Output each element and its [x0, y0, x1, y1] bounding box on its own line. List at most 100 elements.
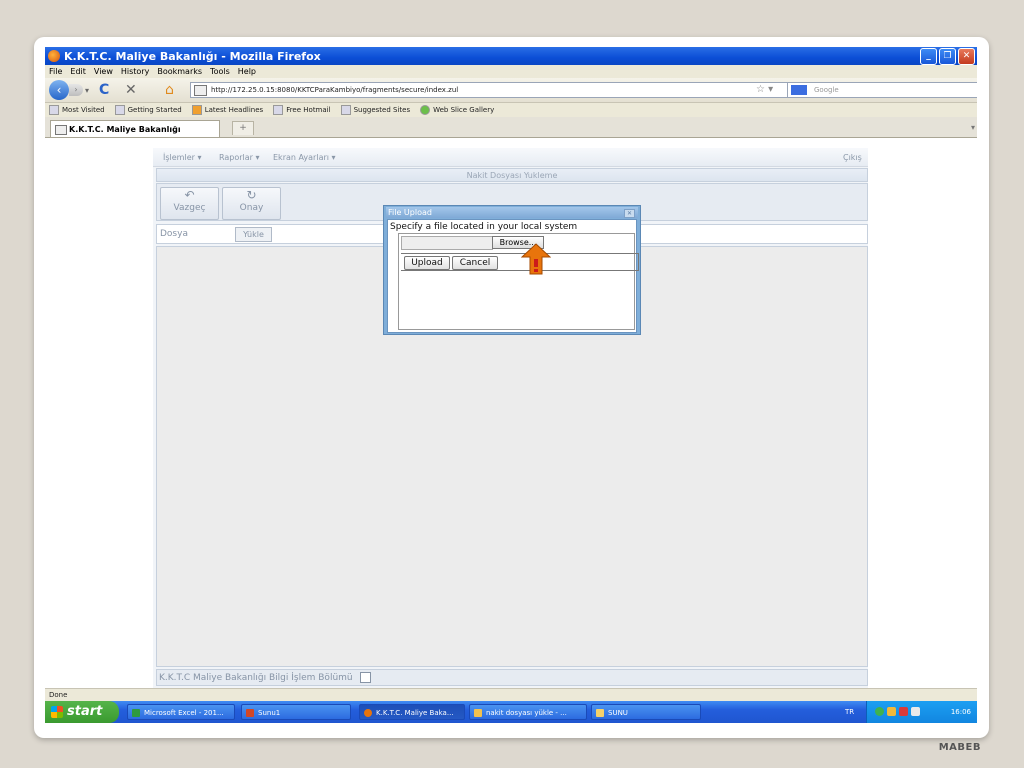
- file-upload-dialog: File Upload ✕ Specify a file located in …: [383, 205, 641, 335]
- status-text: Done: [49, 691, 68, 699]
- folder-icon: [596, 709, 604, 717]
- dialog-actions: Upload Cancel: [401, 253, 639, 271]
- bookmarks-toolbar: Most Visited Getting Started Latest Head…: [45, 103, 977, 117]
- firefox-icon: [48, 50, 60, 62]
- menu-history[interactable]: History: [121, 67, 149, 76]
- menu-edit[interactable]: Edit: [70, 67, 86, 76]
- menu-file[interactable]: File: [49, 67, 62, 76]
- close-button[interactable]: ✕: [958, 48, 975, 65]
- site-icon: [194, 85, 207, 96]
- tab-favicon-icon: [55, 125, 67, 135]
- bookmark-web-slice-gallery[interactable]: Web Slice Gallery: [420, 105, 494, 115]
- system-tray: TR 16:06: [845, 701, 977, 723]
- taskbar-item-firefox[interactable]: K.K.T.C. Maliye Baka...: [359, 704, 465, 720]
- browser-window: K.K.T.C. Maliye Bakanlığı - Mozilla Fire…: [45, 47, 977, 723]
- dialog-prompt: Specify a file located in your local sys…: [390, 222, 578, 232]
- bookmark-getting-started[interactable]: Getting Started: [114, 105, 182, 115]
- dialog-title: File Upload: [388, 208, 432, 217]
- url-text: http://172.25.0.15:8080/KKTCParaKambiyo/…: [211, 86, 459, 94]
- upload-button[interactable]: Yükle: [235, 227, 272, 242]
- menu-view[interactable]: View: [94, 67, 113, 76]
- forward-button[interactable]: ›: [69, 84, 83, 96]
- menu-help[interactable]: Help: [238, 67, 256, 76]
- task-label: Sunu1: [258, 709, 281, 717]
- bookmark-label: Getting Started: [127, 106, 182, 114]
- page-icon: [273, 105, 284, 115]
- taskbar-item-word[interactable]: nakit dosyası yükle - ...: [469, 704, 587, 720]
- reload-icon[interactable]: C: [99, 82, 109, 98]
- file-label: Dosya: [160, 229, 188, 239]
- search-placeholder: Google: [814, 86, 839, 94]
- taskbar-item-sunu-folder[interactable]: SUNU: [591, 704, 701, 720]
- undo-icon: ↶: [184, 188, 195, 202]
- back-button[interactable]: ‹: [49, 80, 69, 100]
- tab-title: K.K.T.C. Maliye Bakanlığı: [69, 125, 181, 134]
- taskbar: start Microsoft Excel - 201... Sunu1 K.K…: [45, 701, 977, 723]
- start-button[interactable]: start: [45, 701, 119, 723]
- network-icon[interactable]: [875, 707, 884, 716]
- bookmark-most-visited[interactable]: Most Visited: [49, 105, 105, 115]
- menu-islemler[interactable]: İşlemler ▾: [163, 153, 201, 162]
- bookmark-label: Free Hotmail: [286, 106, 331, 114]
- tab-current[interactable]: K.K.T.C. Maliye Bakanlığı: [50, 120, 220, 137]
- volume-icon[interactable]: [911, 707, 920, 716]
- antivirus-icon[interactable]: [899, 707, 908, 716]
- menu-ekran-ayarlari[interactable]: Ekran Ayarları ▾: [273, 153, 336, 162]
- bookmark-label: Web Slice Gallery: [433, 106, 495, 114]
- new-tab-button[interactable]: +: [232, 121, 254, 135]
- bookmark-suggested-sites[interactable]: Suggested Sites: [340, 105, 410, 115]
- logout-link[interactable]: Çıkış: [843, 153, 862, 162]
- rss-icon: [191, 105, 202, 115]
- menu-bookmarks[interactable]: Bookmarks: [157, 67, 202, 76]
- taskbar-item-excel[interactable]: Microsoft Excel - 201...: [127, 704, 235, 720]
- footer-text: K.K.T.C Maliye Bakanlığı Bilgi İşlem Böl…: [159, 673, 353, 683]
- bookmark-label: Latest Headlines: [204, 106, 264, 114]
- status-bar: Done: [45, 688, 977, 701]
- tab-list-icon[interactable]: ▾: [971, 123, 975, 132]
- history-dropdown-icon[interactable]: ▾: [85, 86, 89, 95]
- menu-raporlar[interactable]: Raporlar ▾: [219, 153, 260, 162]
- task-label: nakit dosyası yükle - ...: [486, 709, 567, 717]
- task-label: Microsoft Excel - 201...: [144, 709, 224, 717]
- dialog-close-icon[interactable]: ✕: [624, 209, 635, 218]
- panel-title: Nakit Dosyası Yukleme: [156, 168, 868, 182]
- taskbar-item-sunu1[interactable]: Sunu1: [241, 704, 351, 720]
- home-icon[interactable]: ⌂: [165, 82, 174, 98]
- footer-checkbox[interactable]: [359, 672, 371, 683]
- file-path-input[interactable]: [401, 236, 493, 250]
- minimize-button[interactable]: _: [920, 48, 937, 65]
- dialog-upload-button[interactable]: Upload: [404, 256, 450, 270]
- confirm-button[interactable]: ↻ Onay: [222, 187, 281, 220]
- excel-icon: [132, 709, 140, 717]
- title-bar: K.K.T.C. Maliye Bakanlığı - Mozilla Fire…: [45, 47, 977, 65]
- dialog-cancel-button[interactable]: Cancel: [452, 256, 498, 270]
- start-label: start: [67, 704, 103, 719]
- cancel-action-button[interactable]: ↶ Vazgeç: [160, 187, 219, 220]
- dialog-form: Browse... Upload Cancel: [398, 233, 639, 330]
- bookmark-label: Most Visited: [62, 106, 105, 114]
- stop-icon[interactable]: ✕: [125, 82, 137, 98]
- page-icon: [340, 105, 351, 115]
- powerpoint-icon: [246, 709, 254, 717]
- bookmark-latest-headlines[interactable]: Latest Headlines: [191, 105, 264, 115]
- menu-bar: File Edit View History Bookmarks Tools H…: [45, 65, 977, 78]
- search-engine-icon[interactable]: [791, 85, 807, 95]
- dialog-title-bar: File Upload ✕: [386, 207, 638, 218]
- navigation-toolbar: ‹ › ▾ C ✕ ⌂ http://172.25.0.15:8080/KKTC…: [45, 78, 977, 103]
- maximize-button[interactable]: ❐: [939, 48, 956, 65]
- security-icon[interactable]: [887, 707, 896, 716]
- language-indicator[interactable]: TR: [845, 701, 854, 723]
- clock: 16:06: [950, 708, 971, 716]
- cancel-action-label: Vazgeç: [173, 203, 206, 213]
- confirm-icon: ↻: [246, 188, 257, 202]
- page-icon: [114, 105, 125, 115]
- brand-watermark: MABEB: [938, 742, 981, 753]
- bookmark-star-icon[interactable]: ☆ ▾: [756, 84, 773, 95]
- url-bar[interactable]: http://172.25.0.15:8080/KKTCParaKambiyo/…: [190, 82, 802, 98]
- app-footer: K.K.T.C Maliye Bakanlığı Bilgi İşlem Böl…: [156, 669, 868, 686]
- menu-tools[interactable]: Tools: [210, 67, 230, 76]
- search-input[interactable]: Google: [787, 82, 977, 98]
- bookmark-free-hotmail[interactable]: Free Hotmail: [273, 105, 331, 115]
- app-menu-bar: İşlemler ▾ Raporlar ▾ Ekran Ayarları ▾ Ç…: [153, 148, 868, 167]
- firefox-icon: [364, 709, 372, 717]
